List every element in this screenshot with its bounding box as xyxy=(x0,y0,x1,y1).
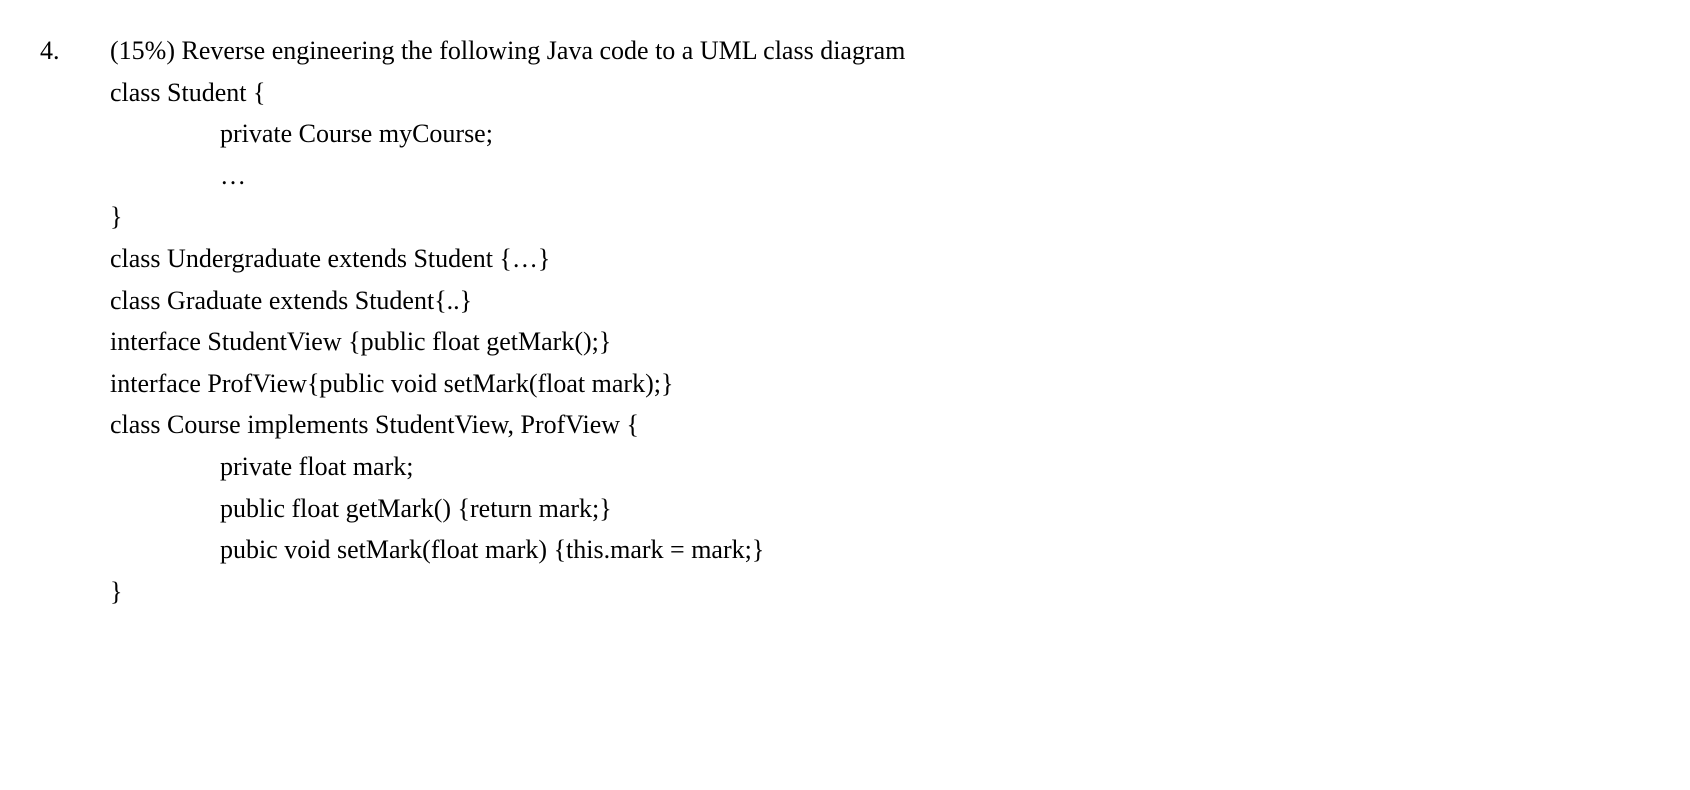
code-line: public float getMark() {return mark;} xyxy=(110,488,1650,530)
code-line: class Graduate extends Student{..} xyxy=(110,280,1650,322)
code-line: interface ProfView{public void setMark(f… xyxy=(110,363,1650,405)
code-line: interface StudentView {public float getM… xyxy=(110,321,1650,363)
code-line: … xyxy=(110,155,1650,197)
code-line: } xyxy=(110,196,1650,238)
code-block: class Student { private Course myCourse;… xyxy=(110,72,1650,613)
code-line: class Student { xyxy=(110,72,1650,114)
code-line: class Undergraduate extends Student {…} xyxy=(110,238,1650,280)
code-line: private float mark; xyxy=(110,446,1650,488)
code-line: } xyxy=(110,571,1650,613)
question-body: (15%) Reverse engineering the following … xyxy=(110,30,1650,612)
question-prompt: (15%) Reverse engineering the following … xyxy=(110,30,1650,72)
question-container: 4. (15%) Reverse engineering the followi… xyxy=(40,30,1650,612)
code-line: private Course myCourse; xyxy=(110,113,1650,155)
code-line: class Course implements StudentView, Pro… xyxy=(110,404,1650,446)
question-number: 4. xyxy=(40,30,110,72)
code-line: pubic void setMark(float mark) {this.mar… xyxy=(110,529,1650,571)
